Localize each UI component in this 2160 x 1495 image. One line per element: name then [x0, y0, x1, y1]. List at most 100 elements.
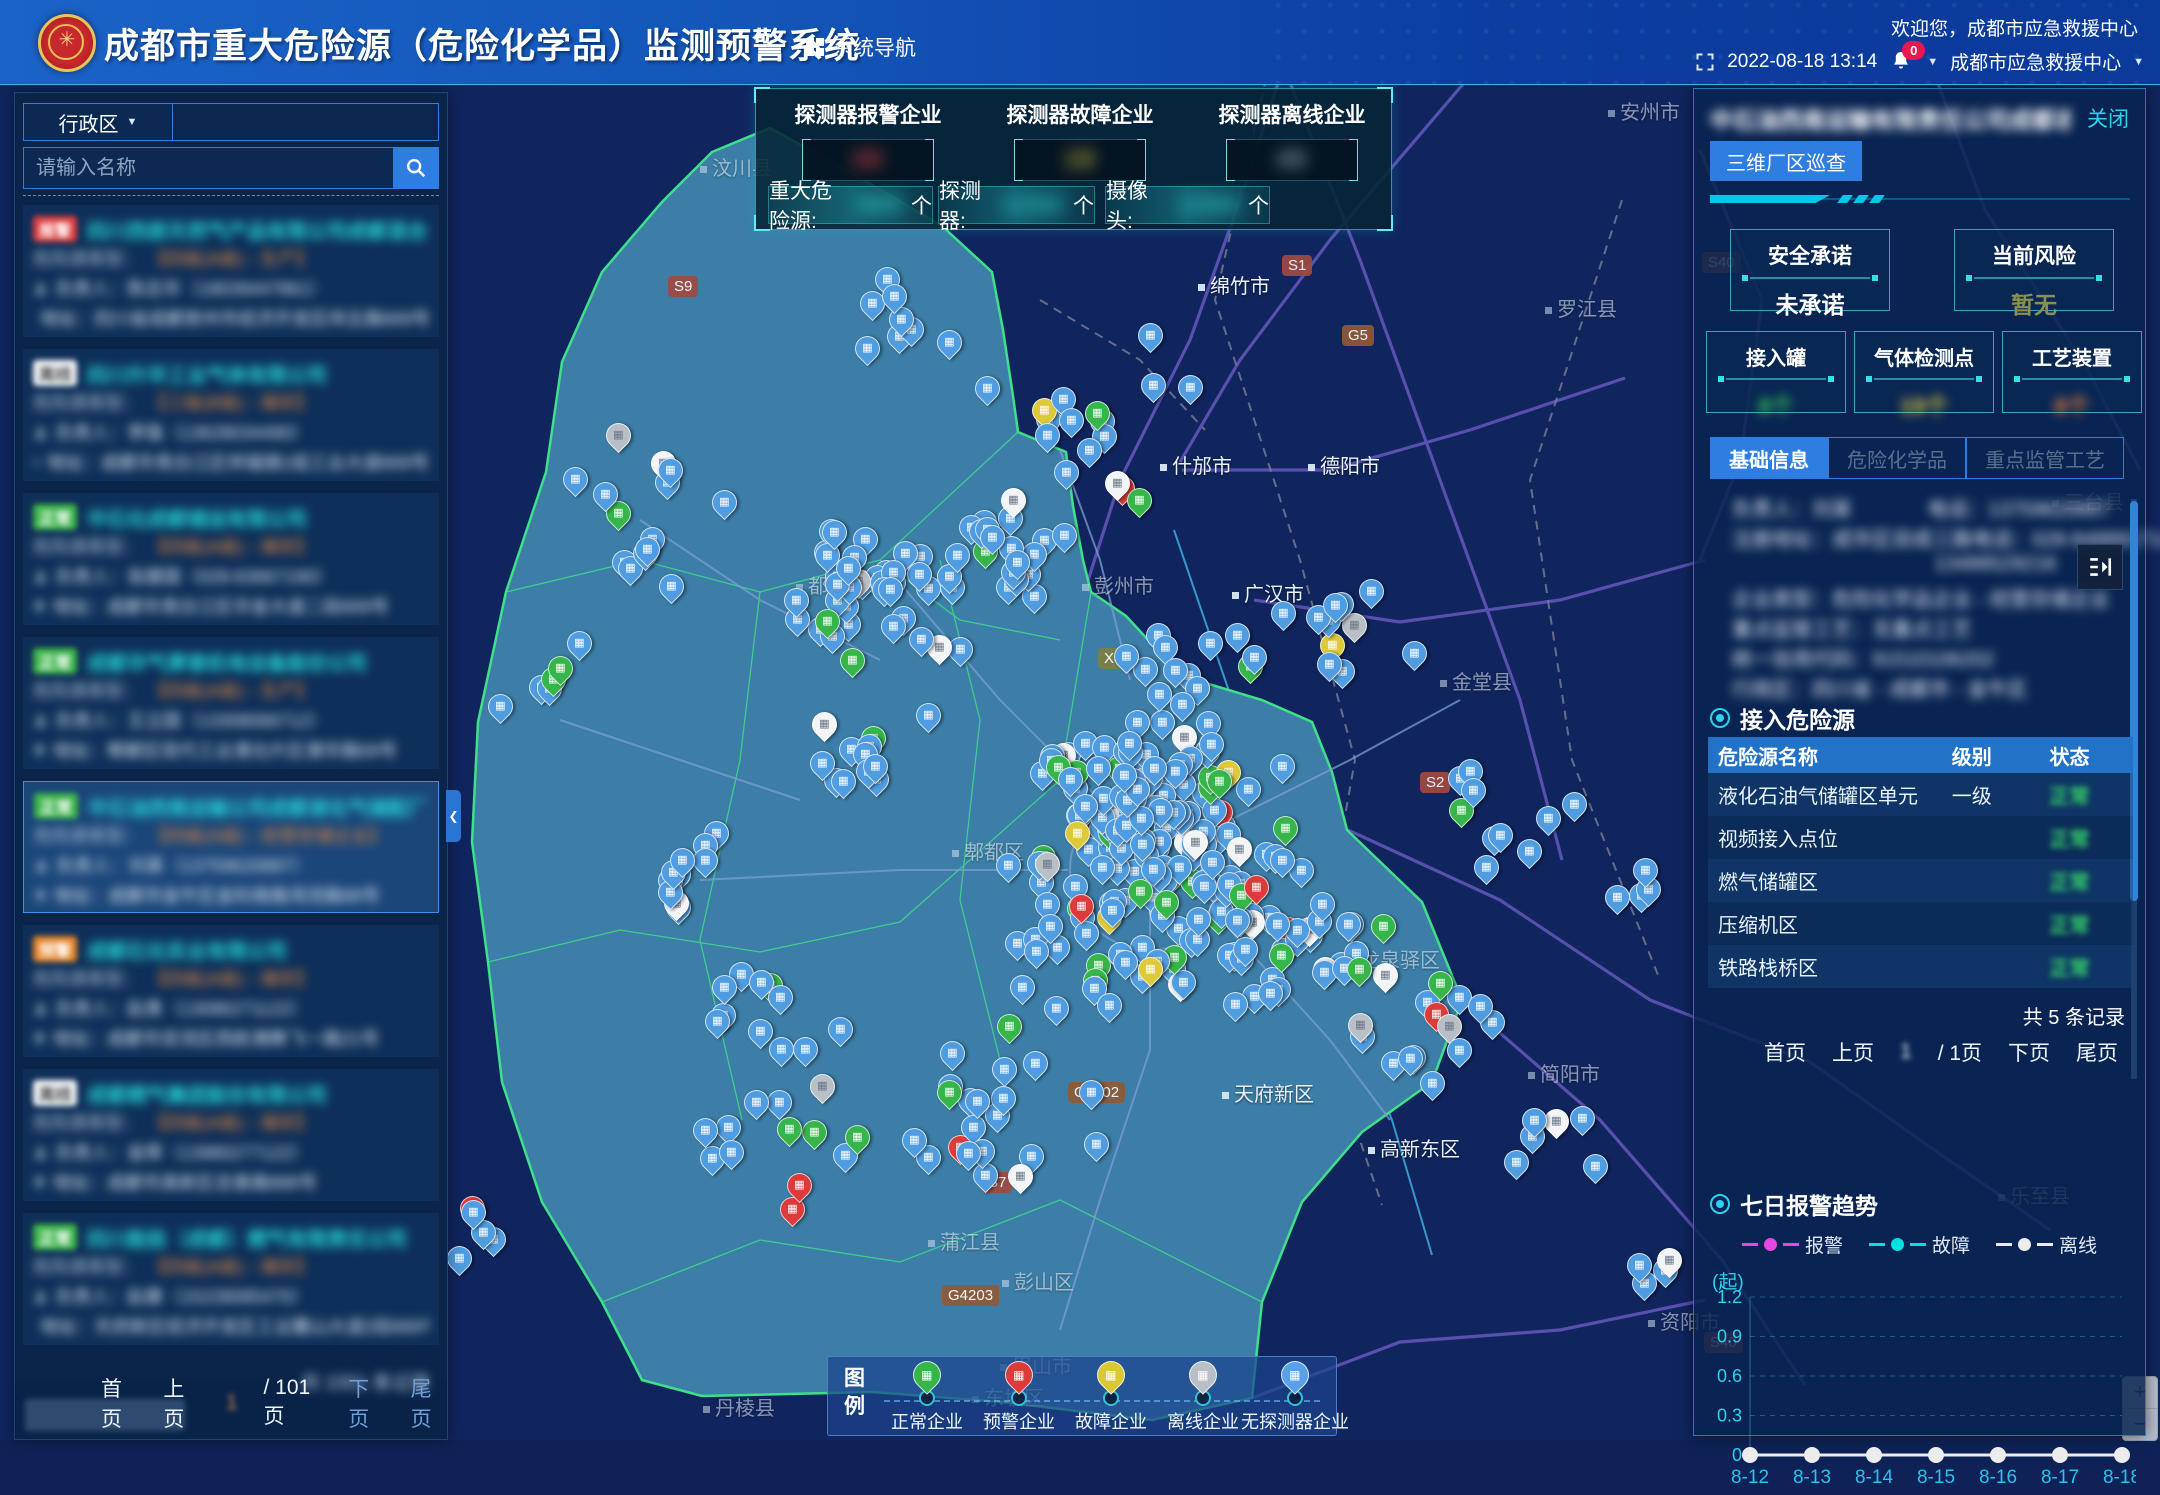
info-left	[1710, 553, 1934, 583]
hazard-status-cell: 正常	[2040, 816, 2134, 859]
hazard-page-prev[interactable]: 上页	[1832, 1037, 1874, 1067]
building-icon: ▦	[801, 1044, 811, 1055]
enterprise-list-item[interactable]: 正常成都华气厚普机电设备股份公司危险源类型：【四级(A级) - 生产】负责人：王…	[23, 637, 439, 769]
trend-legend-label: 报警	[1805, 1231, 1843, 1258]
enterprise-list-item[interactable]: 正常中石化成都储运有限公司危险源类型：【四级(A级) - 储存】负责人：张建国（…	[23, 493, 439, 625]
contact-line: 负责人：王立国（13308066712）	[55, 707, 327, 733]
enterprise-list-item[interactable]: 离线四川升华工业气体有限公司危险源类型：【三级(B级) - 储存】负责人：李强（…	[23, 349, 439, 481]
hazard-page-first[interactable]: 首页	[1764, 1037, 1806, 1067]
building-icon: ▦	[1409, 648, 1419, 659]
building-icon: ▦	[1043, 859, 1053, 870]
legend-pin-icon: ▦	[1275, 1355, 1315, 1395]
sidebar-page-prev[interactable]: 上页	[163, 1373, 199, 1433]
tab-basic-info[interactable]: 基础信息	[1710, 437, 1828, 479]
building-icon: ▦	[1186, 382, 1196, 393]
search-button[interactable]	[393, 147, 439, 189]
location-pin-icon	[33, 743, 46, 758]
hazard-page-last[interactable]: 尾页	[2076, 1037, 2118, 1067]
building-icon: ▦	[1149, 763, 1159, 774]
building-icon: ▦	[1042, 430, 1052, 441]
enterprise-list-item[interactable]: 报警四川西部天然气产品有限公司成都混合分装公司危险源类型：【四级(A级) - 生…	[23, 205, 439, 337]
trend-legend-item[interactable]: 故障	[1869, 1231, 1970, 1258]
hazard-table-row[interactable]: 液化石油气储罐区单元一级正常	[1708, 773, 2133, 816]
enterprise-address: 地址：成都市金牛区金科南路湾流路88号	[34, 880, 428, 910]
building-icon: ▦	[944, 337, 954, 348]
hazard-table-row[interactable]: 压缩机区正常	[1708, 902, 2133, 945]
address-line: 地址：四川省成都崇州市经济开发区纬五路669号	[40, 305, 429, 331]
legend-item: ▦无探测器企业	[1240, 1361, 1350, 1434]
enterprise-list: 报警四川西部天然气产品有限公司成都混合分装公司危险源类型：【四级(A级) - 生…	[23, 205, 439, 1391]
person-icon	[33, 1001, 48, 1016]
sidebar-collapse-handle[interactable]: ❮	[446, 790, 461, 842]
building-icon: ▦	[1012, 938, 1022, 949]
decor-divider	[1710, 195, 2130, 203]
system-nav-menu[interactable]: 系统导航	[806, 32, 916, 62]
building-icon: ▦	[1177, 699, 1187, 710]
hazard-type-value: 【四级(A级) - 储存】	[148, 965, 314, 991]
building-icon: ▦	[1445, 1021, 1455, 1032]
building-icon: ▦	[1325, 659, 1335, 670]
enterprise-list-item[interactable]: 正常四川能投（成都）燃气有限责任公司危险源类型：【四级(A级) - 储存】负责人…	[23, 1213, 439, 1345]
info-left: 企业类型：危险化学品企业 - 经营存储企业	[1710, 583, 2110, 613]
trend-legend-label: 故障	[1932, 1231, 1970, 1258]
building-icon: ▦	[757, 977, 767, 988]
svg-text:8-17: 8-17	[2041, 1467, 2079, 1488]
building-icon: ▦	[1008, 495, 1018, 506]
current-risk-value: 暂无	[1955, 286, 2113, 320]
sidebar-page-current: 1	[226, 1391, 238, 1415]
3d-plant-patrol-button[interactable]: 三维厂区巡查	[1710, 141, 1862, 181]
contact-line: 负责人：张建国（028-83667190）	[55, 563, 333, 589]
sidebar-page-first[interactable]: 首页	[101, 1373, 137, 1433]
building-icon: ▦	[1061, 467, 1071, 478]
hazard-table-row[interactable]: 视频接入点位正常	[1708, 816, 2133, 859]
building-icon: ▦	[833, 579, 843, 590]
collapse-info-button[interactable]	[2077, 544, 2123, 590]
fullscreen-icon[interactable]	[1695, 52, 1715, 72]
enterprise-list-item[interactable]: 预警成都石化实业有限公司危险源类型：【四级(A级) - 储存】负责人：赵勇（13…	[23, 925, 439, 1057]
map-city-label: 什邡市	[1160, 450, 1232, 479]
info-right	[2028, 673, 2110, 703]
status-badge: 正常	[34, 793, 78, 819]
tab-key-supervised-process[interactable]: 重点监管工艺	[1966, 437, 2124, 479]
search-input[interactable]	[23, 147, 393, 189]
region-filter-value[interactable]	[173, 103, 439, 141]
col-hazard-name: 危险源名称	[1708, 737, 1942, 773]
city-dot-icon	[703, 1406, 710, 1413]
building-icon: ▦	[900, 548, 910, 559]
enterprise-list-item[interactable]: 离线成都燃气集团股份有限公司危险源类型：【四级(A级) - 储存】负责人：金荣（…	[23, 1069, 439, 1201]
hazard-level-cell	[1942, 902, 2040, 945]
building-icon: ▦	[1570, 799, 1580, 810]
region-filter-select[interactable]: 行政区 ▼	[23, 103, 173, 141]
hazard-page-next[interactable]: 下页	[2008, 1037, 2050, 1067]
tab-hazard-chemicals[interactable]: 危险化学品	[1828, 437, 1966, 479]
building-icon: ▦	[1003, 860, 1013, 871]
legend-title: 图例	[844, 1365, 868, 1421]
building-icon: ▦	[1066, 415, 1076, 426]
current-user[interactable]: 成都市应急救援中心	[1950, 48, 2121, 75]
total-value: 1268	[1179, 192, 1240, 218]
notification-bell[interactable]: 0	[1889, 49, 1915, 75]
trend-legend-item[interactable]: 离线	[1996, 1231, 2097, 1258]
building-icon: ▦	[613, 508, 623, 519]
hazard-table-row[interactable]: 燃气储罐区正常	[1708, 859, 2133, 902]
hazard-table-header-row: 危险源名称 级别 状态	[1708, 737, 2133, 773]
sidebar-page-last[interactable]: 尾页	[411, 1373, 447, 1433]
building-icon: ▦	[968, 1122, 978, 1133]
enterprise-list-item-selected[interactable]: 正常中石油西南运输公司成都液化气储配厂一储配站危险源类型：【四级(A级) - 经…	[23, 781, 439, 913]
info-left: 注册地址：成华区双成三路	[1710, 523, 1972, 553]
sidebar-page-next[interactable]: 下页	[348, 1373, 384, 1433]
enterprise-name: 四川能投（成都）燃气有限责任公司	[87, 1223, 407, 1252]
hazard-type-value: 【四级(A级) - 储存】	[148, 1109, 314, 1135]
info-row: 企业类型：危险化学品企业 - 经营存储企业	[1710, 583, 2110, 613]
hazard-table-row[interactable]: 铁路栈桥区正常	[1708, 945, 2133, 988]
trend-legend-item[interactable]: 报警	[1742, 1231, 1843, 1258]
building-icon: ▦	[1161, 897, 1171, 908]
building-icon: ▦	[1313, 612, 1323, 623]
building-icon: ▦	[923, 1152, 933, 1163]
info-row: 重点监管工艺：无重点工艺	[1710, 613, 2110, 643]
section-radio-icon	[1710, 1194, 1730, 1214]
building-icon: ▦	[1099, 431, 1109, 442]
building-icon: ▦	[1317, 899, 1327, 910]
hazard-section-title: 接入危险源	[1740, 701, 1855, 735]
close-panel-link[interactable]: 关闭	[2087, 103, 2129, 133]
